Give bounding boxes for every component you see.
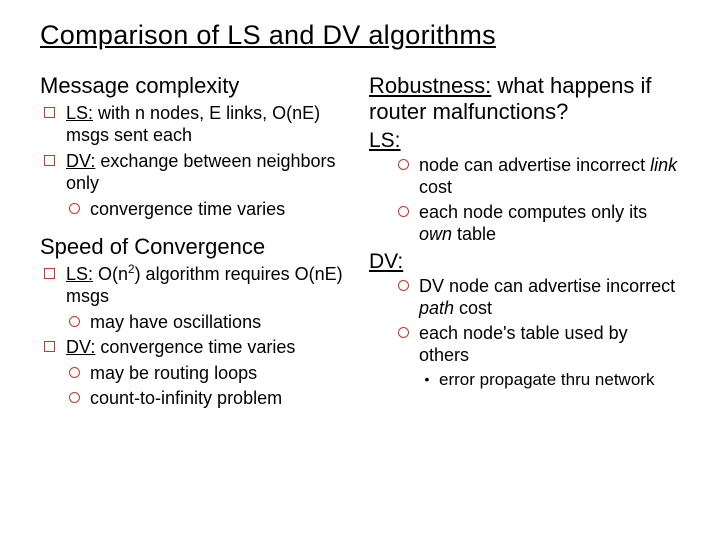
sc-dv-text: DV: convergence time varies [66, 337, 295, 359]
circle-bullet-icon [395, 159, 411, 170]
mc-dv-sub1-text: convergence time varies [90, 199, 285, 221]
mc-list: LS: with n nodes, E links, O(nE) msgs se… [40, 103, 351, 221]
dv-s3-text: error propagate thru network [439, 370, 654, 390]
slide-title: Comparison of LS and DV algorithms [40, 20, 680, 51]
circle-bullet-icon [66, 367, 82, 378]
ls-s2a: each node computes only its [419, 202, 647, 222]
ls-s1-text: node can advertise incorrect link cost [419, 155, 680, 199]
square-bullet-icon [40, 155, 58, 166]
mc-dv-text: DV: exchange between neighbors only [66, 151, 351, 195]
mc-ls-rest: with n nodes, E links, O(nE) msgs sent e… [66, 103, 320, 145]
dv-s1-text: DV node can advertise incorrect path cos… [419, 276, 680, 320]
dv-s1b: path [419, 298, 454, 318]
circle-bullet-icon [395, 206, 411, 217]
square-bullet-icon [40, 268, 58, 279]
mc-dv-prefix: DV: [66, 151, 95, 171]
sc-ls-mid: O(n [93, 264, 128, 284]
content-columns: Message complexity LS: with n nodes, E l… [40, 73, 680, 412]
sc-dv-rest: convergence time varies [95, 337, 295, 357]
sc-dv-sub1-text: may be routing loops [90, 363, 257, 385]
left-column: Message complexity LS: with n nodes, E l… [40, 73, 351, 412]
circle-bullet-icon [395, 280, 411, 291]
sc-ls-text: LS: O(n2) algorithm requires O(nE) msgs [66, 264, 351, 308]
right-column: Robustness: what happens if router malfu… [369, 73, 680, 412]
circle-bullet-icon [66, 392, 82, 403]
sc-dv-sub2-text: count-to-infinity problem [90, 388, 282, 410]
ls-s2: each node computes only its own table [395, 202, 680, 246]
ls-s1a: node can advertise incorrect [419, 155, 650, 175]
sc-dv-sub2: count-to-infinity problem [66, 388, 351, 410]
circle-bullet-icon [66, 316, 82, 327]
circle-bullet-icon [395, 327, 411, 338]
dv-s1: DV node can advertise incorrect path cos… [395, 276, 680, 320]
square-bullet-icon [40, 341, 58, 352]
mc-ls-text: LS: with n nodes, E links, O(nE) msgs se… [66, 103, 351, 147]
heading-message-complexity: Message complexity [40, 73, 351, 99]
heading-robustness: Robustness: what happens if router malfu… [369, 73, 680, 125]
sc-dv-prefix: DV: [66, 337, 95, 357]
dv-list: DV node can advertise incorrect path cos… [369, 276, 680, 390]
dv-s2: each node's table used by others [395, 323, 680, 367]
ls-list: node can advertise incorrect link cost e… [369, 155, 680, 246]
mc-dv-sub1: convergence time varies [66, 199, 351, 221]
dv-sub-heading: DV: [369, 250, 680, 274]
sc-dv-sub1: may be routing loops [66, 363, 351, 385]
circle-bullet-icon [66, 203, 82, 214]
ls-sub-heading: LS: [369, 129, 680, 153]
dv-s3: • error propagate thru network [421, 370, 680, 390]
mc-dv-rest: exchange between neighbors only [66, 151, 336, 193]
sc-ls-sub1-text: may have oscillations [90, 312, 261, 334]
ls-s1: node can advertise incorrect link cost [395, 155, 680, 199]
dot-bullet-icon: • [421, 371, 433, 388]
ls-s1c: cost [419, 177, 452, 197]
heading-speed-convergence: Speed of Convergence [40, 234, 351, 260]
ls-s2-text: each node computes only its own table [419, 202, 680, 246]
dv-s2-text: each node's table used by others [419, 323, 680, 367]
sc-ls-sub1: may have oscillations [66, 312, 351, 334]
dv-s1c: cost [454, 298, 492, 318]
sc-list: LS: O(n2) algorithm requires O(nE) msgs … [40, 264, 351, 410]
dv-s1a: DV node can advertise incorrect [419, 276, 675, 296]
ls-s1b: link [650, 155, 677, 175]
square-bullet-icon [40, 107, 58, 118]
sc-dv-item: DV: convergence time varies [40, 337, 351, 359]
ls-s2b: own [419, 224, 452, 244]
mc-dv-item: DV: exchange between neighbors only [40, 151, 351, 195]
mc-ls-prefix: LS: [66, 103, 93, 123]
sc-ls-item: LS: O(n2) algorithm requires O(nE) msgs [40, 264, 351, 308]
mc-ls-item: LS: with n nodes, E links, O(nE) msgs se… [40, 103, 351, 147]
sc-ls-prefix: LS: [66, 264, 93, 284]
ls-s2c: table [452, 224, 496, 244]
robustness-label: Robustness: [369, 73, 491, 98]
